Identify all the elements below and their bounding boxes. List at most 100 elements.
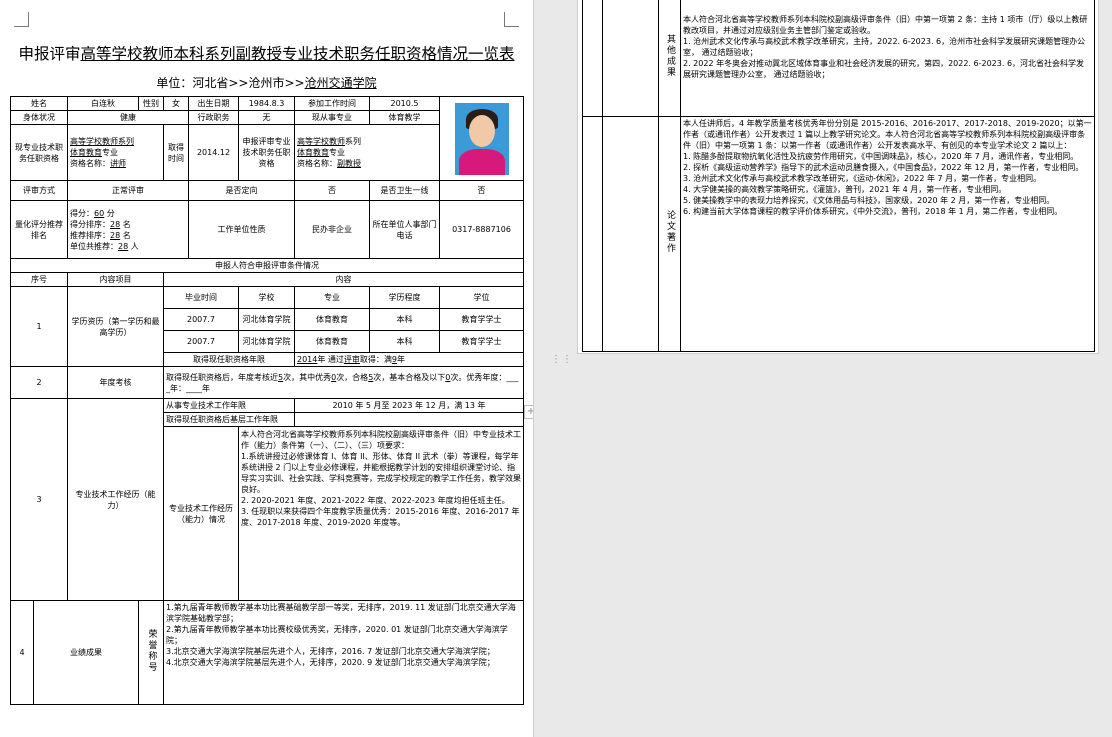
list-item: 1.第九届青年教师教学基本功比赛基础教学部一等奖，无排序，2019. 11 发证… [166,603,516,623]
edu-col-degree: 学位 [439,286,524,309]
col-content-header: 内容 [163,272,524,287]
other-content: 本人符合河北省高等学校教师系列本科院校副高级评审条件（旧）中第一项第 2 条：主… [680,0,1095,117]
edu-col-grad-time: 毕业时间 [163,286,239,309]
edu-years-label: 取得现任职资格年限 [163,352,295,367]
other-results-row: 其他成果 本人符合河北省高等学校教师系列本科院校副高级评审条件（旧）中第一项第 … [582,0,1095,117]
row-score: 量化评分推荐排名 得分：60 分 得分排序：28 名 推荐排序：28 名 单位共… [10,200,524,259]
col-no-header: 序号 [10,272,68,287]
row-conditions-header: 申报人符合申报评审条件情况 [10,258,524,273]
admin-value: 无 [238,110,295,125]
annual-content: 取得现任职资格后，年度考核近5次，其中优秀0次，合格5次，基本合格及以下0次。优… [163,366,524,399]
gender-value: 女 [163,96,189,111]
row-column-headers: 序号 内容项目 内容 [10,272,524,287]
name-label: 姓名 [10,96,68,111]
title-main: 高等学校教师本科系列副教授专业技术职务任职资格情况一览表 [80,45,515,63]
unit-label: 单位：河北省>>沧州市>> [156,76,305,90]
work-years-label: 从事专业技术工作年限 [163,398,295,413]
frontline-label: 是否卫生一线 [369,180,440,201]
other-label: 其他成果 [665,34,675,79]
current-title-label: 现专业技术职务任职资格 [10,124,68,181]
work-start-label: 参加工作时间 [294,96,370,111]
honor-label: 荣誉称号 [146,629,157,673]
papers-label: 论文著作 [665,210,675,254]
name-value: 白连秋 [67,96,139,111]
review-method-label: 评审方式 [10,180,68,201]
papers-label-cell: 论文著作 [658,115,681,352]
current-title-value: 高等学校教师系列 体育教育专业 资格名称：讲师 [67,124,164,181]
results-row: 4 业绩成果 荣誉称号 1.第九届青年教师教学基本功比赛基础教学部一等奖，无排序… [10,600,524,705]
honor-label-cell: 荣誉称号 [138,600,164,705]
phone-value: 0317-8887106 [439,200,524,259]
unit-value: 沧州交通学院 [304,76,377,90]
papers-row: 论文著作 本人任讲师后，4 年教学质量考核优秀年份分别是 2015-2016、2… [582,115,1095,352]
edu-col-major: 专业 [294,286,370,309]
work-years-row: 3 专业技术工作经历（能力） 从事专业技术工作年限 2010 年 5 月至 20… [10,398,524,601]
papers-content: 本人任讲师后，4 年教学质量考核优秀年份分别是 2015-2016、2016-2… [680,115,1095,352]
obtain-time-label: 取得时间 [163,124,189,181]
row-name: 姓名 白连秋 性别 女 出生日期 1984.8.3 参加工作时间 2010.5 [10,96,524,181]
work-after-value [294,412,524,427]
health-value: 健康 [67,110,189,125]
edu-label: 学历资历（第一学历和最高学历） [67,286,164,367]
score-details: 得分：60 分 得分排序：28 名 推荐排序：28 名 单位共推荐：28 人 [67,200,189,259]
continuation-table: 其他成果 本人符合河北省高等学校教师系列本科院校副高级评审条件（旧）中第一项第 … [582,0,1095,352]
edu-col-school: 学校 [238,286,295,309]
row-review: 评审方式 正常评审 是否定向 否 是否卫生一线 否 [10,180,524,201]
directed-value: 否 [294,180,370,201]
edu-no: 1 [10,286,68,367]
honor-list: 1.第九届青年教师教学基本功比赛基础教学部一等奖，无排序，2019. 11 发证… [163,600,524,705]
crop-mark-top-left [14,12,29,27]
nature-label: 工作单位性质 [188,200,295,259]
list-item: 3.北京交通大学海滨学院基层先进个人，无排序，2016. 7 发证部门北京交通大… [166,647,495,656]
apply-title-label: 申报评审专业技术职务任职资格 [238,124,295,181]
major-value: 体育教学 [369,110,440,125]
drag-handle-icon[interactable]: ⋮⋮ [551,355,572,371]
results-label: 业绩成果 [33,600,139,705]
current-title-name: 讲师 [110,159,126,168]
results-no: 4 [10,600,34,705]
unit-line: 单位：河北省>>沧州市>>沧州交通学院 [10,74,523,91]
page-title: 申报评审高等学校教师本科系列副教授专业技术职务任职资格情况一览表 [10,42,523,64]
work-sub-label: 专业技术工作经历（能力）情况 [163,426,239,601]
apply-series: 高等学校教师 [297,137,345,146]
edu-col-level: 学历程度 [369,286,440,309]
work-detail-content: 本人符合河北省高等学校教师系列本科院校副高级评审条件（旧）中专业技术工作（能力）… [238,426,524,601]
frontline-value: 否 [439,180,524,201]
unit-total-value: 28 [118,241,129,251]
rank-value: 28 [110,219,121,229]
document-page-1: 申报评审高等学校教师本科系列副教授专业技术职务任职资格情况一览表 单位：河北省>… [0,0,533,737]
gender-label: 性别 [138,96,164,111]
conditions-header: 申报人符合申报评审条件情况 [10,258,524,273]
work-start-value: 2010.5 [369,96,440,111]
nature-value: 民办非企业 [294,200,370,259]
phone-label: 所在单位人事部门电话 [369,200,440,259]
health-label: 身体状况 [10,110,68,125]
annual-no: 2 [10,366,68,399]
col-item-header: 内容项目 [67,272,164,287]
portrait-photo [454,102,509,175]
crop-mark-top-right [504,12,519,27]
work-years-value: 2010 年 5 月至 2023 年 12 月，满 13 年 [294,398,524,413]
photo-cell [439,96,524,181]
document-page-2: 其他成果 本人符合河北省高等学校教师系列本科院校副高级评审条件（旧）中第一项第 … [578,0,1098,353]
major-label: 现从事专业 [294,110,370,125]
obtain-time-value: 2014.12 [188,124,239,181]
edu-years-value: 2014年 通过评审取得：满9年 [294,352,524,367]
birth-value: 1984.8.3 [238,96,295,111]
directed-label: 是否定向 [188,180,295,201]
work-after-label: 取得现任职资格后基层工作年限 [163,412,295,427]
score-value: 60 [94,208,105,218]
current-major: 体育教育 [70,148,102,157]
review-method-value: 正常评审 [67,180,189,201]
list-item: 4.北京交通大学海滨学院基层先进个人，无排序，2020. 9 发证部门北京交通大… [166,658,495,667]
admin-label: 行政职务 [188,110,239,125]
score-label: 量化评分推荐排名 [10,200,68,259]
current-series: 高等学校教师系列 [70,137,134,146]
apply-title-value: 高等学校教师系列 体育教育专业 资格名称：副教授 [294,124,440,181]
recommend-value: 28 [110,230,121,240]
work-no: 3 [10,398,68,601]
add-icon[interactable]: + [524,405,533,419]
apply-major: 体育教育 [297,148,329,157]
annual-row: 2 年度考核 取得现任职资格后，年度考核近5次，其中优秀0次，合格5次，基本合格… [10,366,524,399]
other-label-cell: 其他成果 [658,0,681,117]
